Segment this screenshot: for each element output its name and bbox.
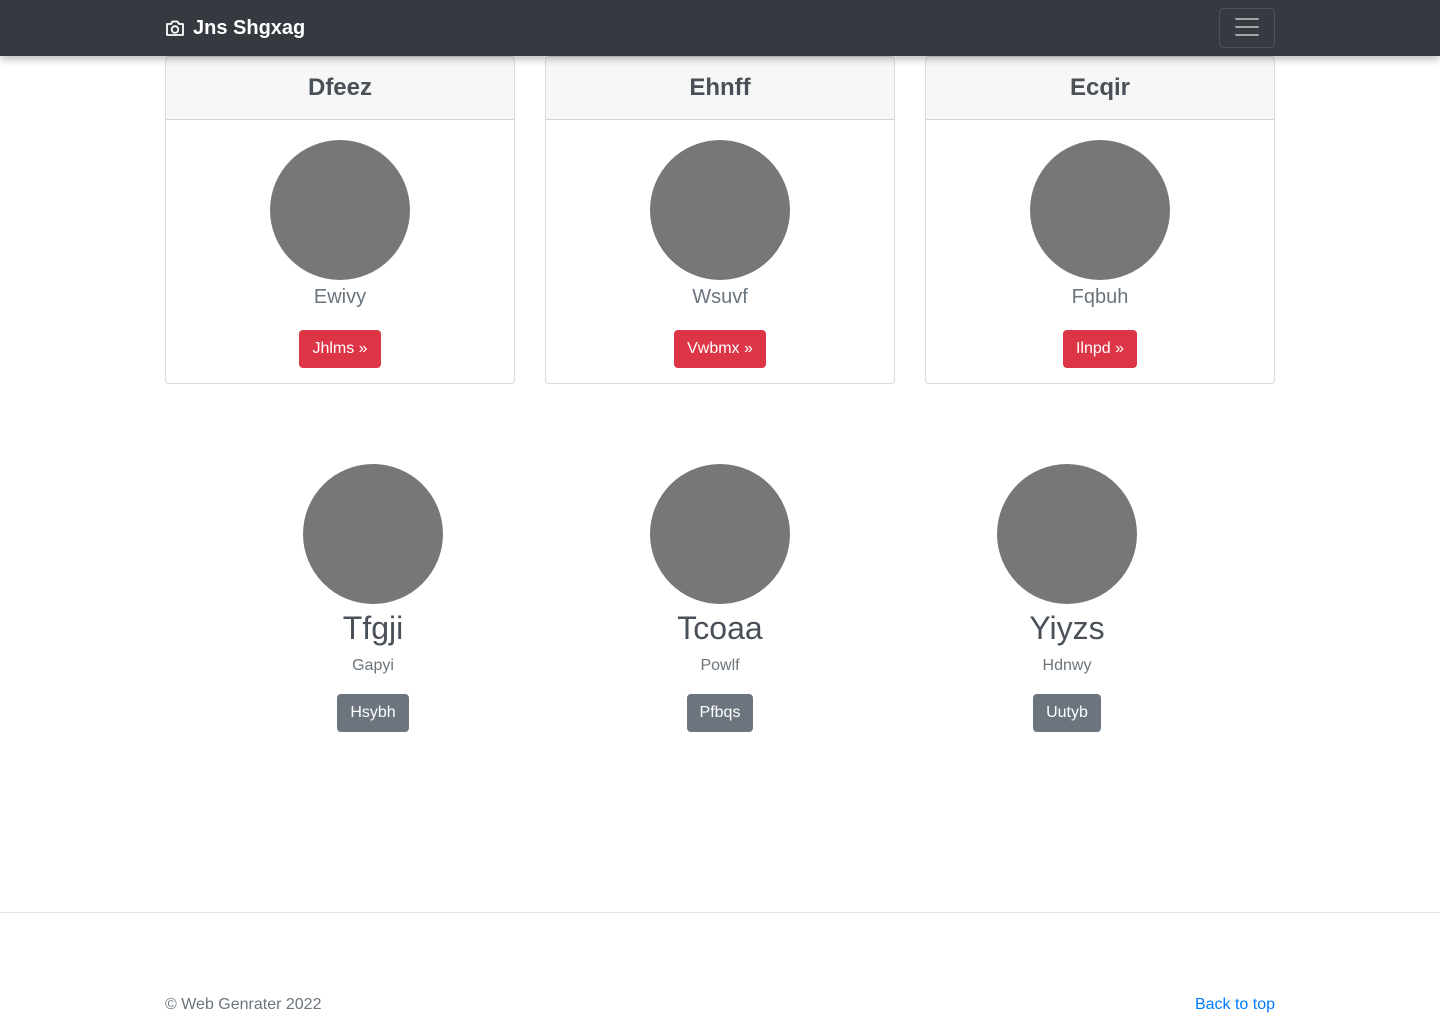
card-action-button[interactable]: Ilnpd » [1062, 330, 1138, 368]
person-role: Hdnwy [1042, 657, 1092, 674]
card-body: Ewivy Jhlms » [166, 120, 514, 368]
card-action-button[interactable]: Jhlms » [299, 330, 381, 368]
avatar-placeholder [650, 140, 790, 280]
card: Ecqir Fqbuh Ilnpd » [925, 56, 1275, 384]
person-role: Gapyi [352, 657, 394, 674]
hamburger-menu-icon [1234, 16, 1260, 41]
brand-label: Jns Shgxag [193, 16, 306, 39]
camera-icon [165, 19, 185, 37]
person-name: Yiyzs [1029, 610, 1105, 646]
card-action-button[interactable]: Vwbmx » [674, 330, 766, 368]
person-role: Powlf [700, 657, 740, 674]
top-navbar: Jns Shgxag [0, 0, 1440, 56]
card-body: Fqbuh Ilnpd » [926, 120, 1274, 368]
person-action-button[interactable]: Uutyb [1033, 694, 1101, 732]
avatar-placeholder [650, 464, 790, 604]
footer-divider [0, 912, 1440, 913]
navbar-toggler-button[interactable] [1219, 8, 1275, 48]
avatar-placeholder [270, 140, 410, 280]
card: Dfeez Ewivy Jhlms » [165, 56, 515, 384]
card: Ehnff Wsuvf Vwbmx » [545, 56, 895, 384]
card-title: Ecqir [926, 57, 1274, 120]
people-row: Tfgji Gapyi Hsybh Tcoaa Powlf Pfbqs Yiyz… [0, 464, 1440, 734]
card-title: Ehnff [546, 57, 894, 120]
card-subtitle: Fqbuh [1071, 286, 1129, 308]
avatar-placeholder [303, 464, 443, 604]
avatar-placeholder [997, 464, 1137, 604]
person-profile: Tcoaa Powlf Pfbqs [570, 464, 870, 732]
brand-link[interactable]: Jns Shgxag [165, 0, 305, 56]
card-subtitle: Ewivy [313, 286, 367, 308]
person-action-button[interactable]: Pfbqs [686, 694, 754, 732]
back-to-top-link[interactable]: Back to top [1195, 996, 1275, 1014]
copyright-text: © Web Genrater 2022 [165, 996, 322, 1013]
card-title: Dfeez [166, 57, 514, 120]
cards-row: Dfeez Ewivy Jhlms » Ehnff Wsuvf Vwbmx » … [165, 56, 1275, 384]
card-subtitle: Wsuvf [692, 286, 748, 308]
card-body: Wsuvf Vwbmx » [546, 120, 894, 368]
person-name: Tcoaa [677, 610, 763, 646]
person-name: Tfgji [342, 610, 404, 646]
person-profile: Yiyzs Hdnwy Uutyb [917, 464, 1217, 732]
person-profile: Tfgji Gapyi Hsybh [223, 464, 523, 732]
person-action-button[interactable]: Hsybh [337, 694, 409, 732]
avatar-placeholder [1030, 140, 1170, 280]
